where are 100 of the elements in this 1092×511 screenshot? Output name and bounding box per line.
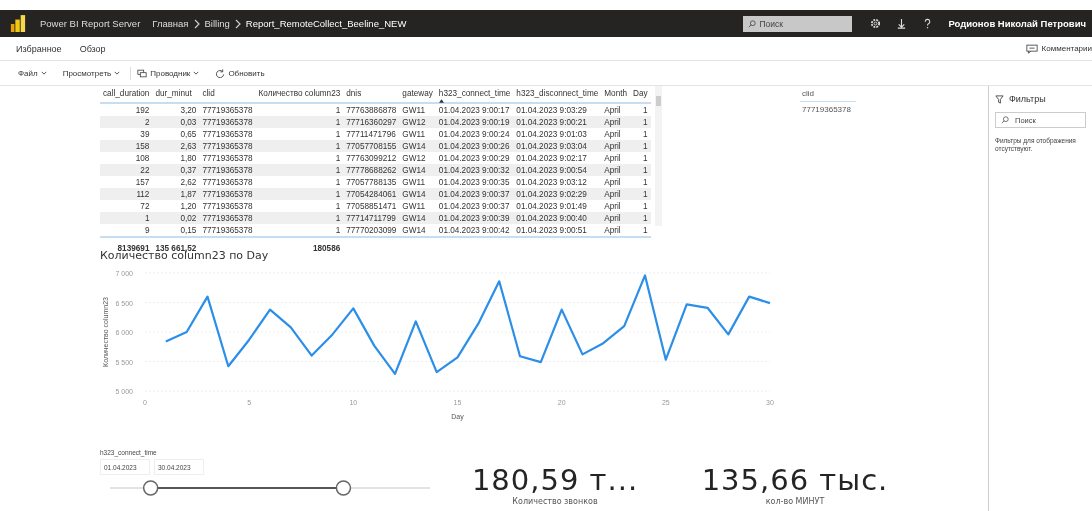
table-cell: 01.04.2023 9:00:24 xyxy=(438,129,510,139)
table-cell: 77719365378 xyxy=(202,105,253,115)
table-cell: 0,65 xyxy=(180,129,197,139)
sort-icon xyxy=(438,99,444,103)
download-icon[interactable] xyxy=(896,18,908,29)
table-cell: 72 xyxy=(140,201,150,211)
product-title[interactable]: Power BI Report Server xyxy=(40,18,141,29)
caret-icon xyxy=(114,71,121,75)
table-cell: 77716360297 xyxy=(346,117,397,127)
nav-link[interactable]: Избранное xyxy=(16,43,62,54)
column-header[interactable]: dnis xyxy=(343,86,400,103)
scrollbar[interactable] xyxy=(654,86,662,226)
table-cell: GW14 xyxy=(402,141,426,151)
breadcrumb-link[interactable]: Billing xyxy=(204,18,230,29)
table-cell: April xyxy=(604,117,621,127)
slider-handle[interactable] xyxy=(335,480,352,496)
table-cell: 77058851471 xyxy=(346,201,397,211)
table-cell: April xyxy=(604,213,621,223)
table-cell: 1 xyxy=(335,153,341,163)
card-label: Количество звонков xyxy=(512,497,598,506)
table-cell: 01.04.2023 9:00:17 xyxy=(438,105,510,115)
card-label: кол-во МИНУТ xyxy=(765,497,825,506)
table-cell: 1 xyxy=(335,213,341,223)
settings-icon[interactable] xyxy=(870,18,882,29)
table-cell: 01.04.2023 9:03:04 xyxy=(516,141,587,151)
table-cell: 77719365378 xyxy=(202,165,253,175)
table-cell: 1 xyxy=(643,225,648,235)
toolbar-button[interactable]: Обновить xyxy=(209,66,271,80)
column-header[interactable]: clid xyxy=(199,86,256,103)
column-header[interactable]: h323_disconnect_time xyxy=(513,86,602,103)
explorer-icon xyxy=(137,68,148,78)
column-header[interactable]: Day xyxy=(630,86,651,103)
table-cell: 1 xyxy=(643,153,648,163)
table-cell: 01.04.2023 9:00:19 xyxy=(438,117,510,127)
table-cell: April xyxy=(604,201,621,211)
table-cell: 77763099212 xyxy=(346,153,397,163)
breadcrumb-link[interactable]: Главная xyxy=(152,18,189,29)
table-cell: 01.04.2023 9:01:03 xyxy=(516,129,587,139)
table-cell: 0,02 xyxy=(180,213,197,223)
table-cell: 1 xyxy=(335,165,341,175)
caret-icon xyxy=(193,71,200,75)
logo-icon[interactable] xyxy=(10,14,26,33)
table-cell: 1 xyxy=(643,213,648,223)
slicer-item[interactable]: 77719365378 xyxy=(800,102,856,117)
table-cell: 01.04.2023 9:00:37 xyxy=(438,189,510,199)
breadcrumb-link[interactable]: Report_RemoteCollect_Beeline_NEW xyxy=(245,18,407,29)
toolbar-button[interactable]: Просмотреть xyxy=(56,66,127,80)
column-header[interactable]: gateway xyxy=(399,86,436,103)
pane-title: Фильтры xyxy=(1009,94,1046,104)
table-cell: 0,15 xyxy=(180,225,197,235)
nav-link[interactable]: Обзор xyxy=(79,43,106,54)
table-cell: 1 xyxy=(643,105,648,115)
table-cell: 1 xyxy=(643,129,648,139)
chevron-icon xyxy=(193,18,200,29)
table-cell: 1 xyxy=(643,117,648,127)
table-cell: 157 xyxy=(135,177,150,187)
table-cell: 01.04.2023 9:02:29 xyxy=(516,189,587,199)
table-cell: April xyxy=(604,189,621,199)
column-header[interactable]: h323_connect_time xyxy=(438,89,511,98)
table-cell: GW11 xyxy=(402,201,425,211)
table-cell: 77057788135 xyxy=(346,177,397,187)
table-cell: 1 xyxy=(144,213,150,223)
table-cell: 2 xyxy=(144,117,150,127)
column-header[interactable]: Month xyxy=(601,86,631,103)
table-cell: 77719365378 xyxy=(202,201,253,211)
table-cell: 1 xyxy=(643,189,648,199)
chevron-icon xyxy=(234,18,241,29)
table-cell: 3,20 xyxy=(180,105,197,115)
table-cell: 01.04.2023 9:00:42 xyxy=(438,225,510,235)
table-cell: 77719365378 xyxy=(202,213,253,223)
column-header[interactable]: dur_minut xyxy=(152,86,200,103)
column-header[interactable]: Количество column23 xyxy=(255,86,344,103)
table-cell: 0,03 xyxy=(180,117,197,127)
filter-icon xyxy=(995,94,1004,104)
refresh-icon xyxy=(215,68,226,78)
table-cell: GW11 xyxy=(402,105,425,115)
comments-button[interactable]: Комментарии xyxy=(1025,43,1092,54)
table-cell: GW14 xyxy=(402,213,426,223)
toolbar-button[interactable]: Проводник xyxy=(130,66,206,80)
table-cell: 1,80 xyxy=(180,153,197,163)
table-cell: 77778688262 xyxy=(346,165,397,175)
toolbar-button[interactable]: Файл xyxy=(12,66,53,80)
caret-icon xyxy=(40,71,47,75)
user-name[interactable]: Родионов Николай Петрович xyxy=(948,18,1092,29)
table-cell: 1 xyxy=(335,225,341,235)
card-value: 180,59 т... xyxy=(471,463,639,497)
table-cell: 01.04.2023 9:03:12 xyxy=(516,177,587,187)
slider-handle[interactable] xyxy=(142,480,159,496)
table-cell: 01.04.2023 9:00:51 xyxy=(516,225,587,235)
table-cell: 77054284061 xyxy=(346,189,397,199)
table-cell: April xyxy=(604,153,621,163)
table-cell: 1 xyxy=(335,201,341,211)
comment-icon xyxy=(1025,43,1038,54)
table-cell: 77719365378 xyxy=(202,177,253,187)
column-header[interactable]: call_duration xyxy=(100,86,153,103)
table-cell: GW14 xyxy=(402,189,426,199)
table-cell: 01.04.2023 9:00:35 xyxy=(438,177,510,187)
table-cell: 01.04.2023 9:00:39 xyxy=(438,213,510,223)
table-cell: 1 xyxy=(335,105,341,115)
table-cell: GW11 xyxy=(402,129,425,139)
